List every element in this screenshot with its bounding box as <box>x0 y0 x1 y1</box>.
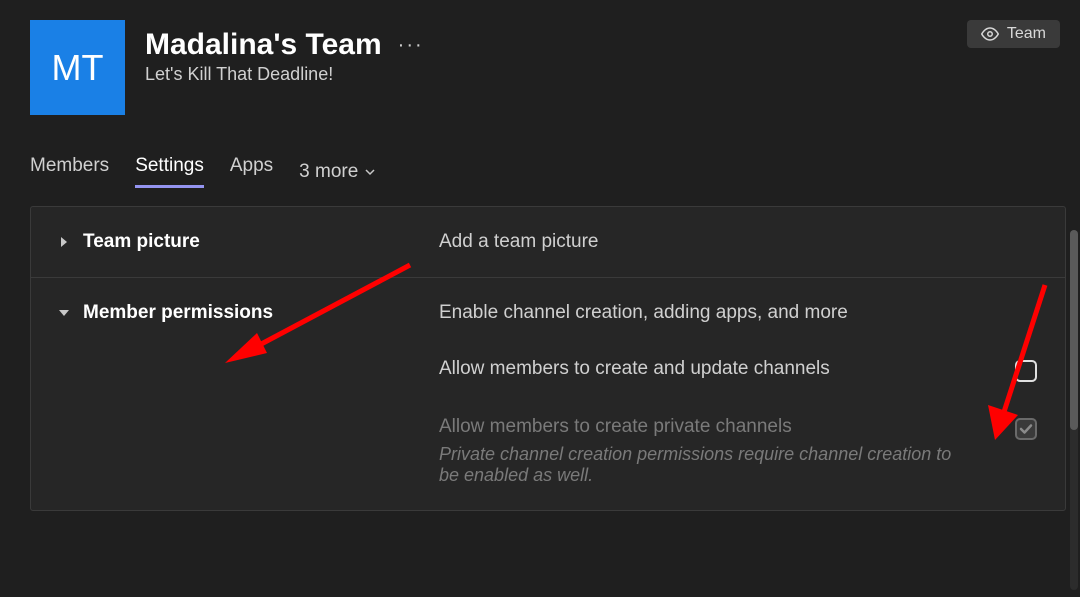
more-options-button[interactable]: ··· <box>394 34 428 57</box>
section-description: Enable channel creation, adding apps, an… <box>439 302 1037 324</box>
permission-help-text: Private channel creation permissions req… <box>439 444 959 486</box>
tabs-bar: Members Settings Apps 3 more <box>0 115 1080 188</box>
permission-label: Allow members to create private channels <box>439 416 959 438</box>
caret-down-icon <box>59 308 69 318</box>
settings-content: Team picture Add a team picture Member p… <box>30 206 1066 511</box>
section-title: Team picture <box>83 231 200 253</box>
section-left[interactable]: Member permissions <box>59 302 439 486</box>
section-left: Team picture <box>59 231 439 253</box>
permission-create-update-channels: Allow members to create and update chann… <box>439 358 1037 382</box>
section-body: Enable channel creation, adding apps, an… <box>439 302 1037 486</box>
team-info: Madalina's Team ··· Let's Kill That Dead… <box>145 20 1050 85</box>
team-header: MT Madalina's Team ··· Let's Kill That D… <box>0 0 1080 115</box>
visibility-label: Team <box>1007 25 1046 43</box>
scrollbar-thumb[interactable] <box>1070 230 1078 430</box>
section-team-picture[interactable]: Team picture Add a team picture <box>31 207 1065 277</box>
team-visibility-pill[interactable]: Team <box>967 20 1060 48</box>
scrollbar[interactable] <box>1070 230 1078 590</box>
permission-create-private-channels: Allow members to create private channels… <box>439 416 1037 486</box>
tab-settings[interactable]: Settings <box>135 155 204 188</box>
check-icon <box>1019 422 1033 436</box>
section-description: Add a team picture <box>439 231 1037 253</box>
chevron-down-icon <box>364 166 376 178</box>
tab-more[interactable]: 3 more <box>299 155 376 188</box>
team-avatar[interactable]: MT <box>30 20 125 115</box>
tab-members[interactable]: Members <box>30 155 109 188</box>
permission-label: Allow members to create and update chann… <box>439 358 830 380</box>
team-name: Madalina's Team <box>145 28 382 62</box>
permission-text-block: Allow members to create private channels… <box>439 416 959 486</box>
caret-right-icon <box>59 237 69 247</box>
checkbox-create-update-channels[interactable] <box>1015 360 1037 382</box>
tab-apps[interactable]: Apps <box>230 155 273 188</box>
eye-icon <box>981 25 999 43</box>
tab-more-label: 3 more <box>299 161 358 183</box>
section-member-permissions: Member permissions Enable channel creati… <box>31 277 1065 510</box>
team-tagline: Let's Kill That Deadline! <box>145 64 1050 85</box>
team-title-row: Madalina's Team ··· <box>145 28 1050 62</box>
checkbox-create-private-channels <box>1015 418 1037 440</box>
section-title: Member permissions <box>83 302 273 324</box>
